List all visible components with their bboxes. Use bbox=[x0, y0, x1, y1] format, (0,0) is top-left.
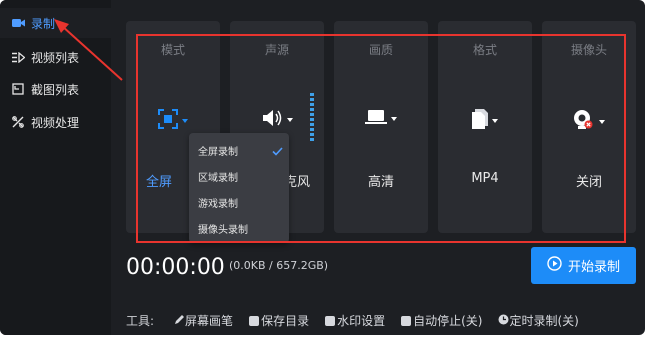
tool-label: 定时录制(关) bbox=[509, 314, 579, 328]
tool-label: 屏幕画笔 bbox=[185, 314, 234, 328]
laptop-icon bbox=[365, 109, 387, 129]
start-recording-button[interactable]: 开始录制 bbox=[531, 247, 636, 284]
tool-label: 水印设置 bbox=[337, 314, 386, 328]
webcam-panel[interactable]: 摄像头 关闭 bbox=[542, 21, 636, 233]
volume-level-meter bbox=[310, 93, 314, 141]
dropdown-option-fullscreen[interactable]: 全屏录制 bbox=[198, 143, 238, 158]
pen-icon bbox=[174, 314, 185, 328]
panel-title: 摄像头 bbox=[570, 43, 607, 57]
stop-icon bbox=[401, 315, 412, 326]
quality-selector[interactable] bbox=[334, 109, 428, 129]
tool-label: 自动停止(关) bbox=[413, 314, 483, 328]
panel-title: 画质 bbox=[368, 43, 393, 57]
panel-value: 关闭 bbox=[575, 175, 602, 190]
mode-dropdown-menu: 全屏录制 区域录制 游戏录制 摄像头录制 bbox=[189, 133, 289, 243]
format-panel[interactable]: 格式 MP4 bbox=[438, 21, 532, 233]
dropdown-option-game[interactable]: 游戏录制 bbox=[198, 195, 238, 210]
watermark-icon bbox=[325, 315, 336, 326]
app-window: 录制 视频列表 截图列表 视频处理 模式 全屏 声源 克风 画质 高清 格式 M… bbox=[0, 0, 645, 335]
webcam-selector[interactable] bbox=[542, 109, 636, 135]
panel-title: 模式 bbox=[160, 43, 185, 57]
fullscreen-icon bbox=[158, 109, 178, 133]
tools-label: 工具: bbox=[126, 314, 155, 328]
panel-value: MP4 bbox=[471, 171, 499, 186]
file-size-info: (0.0KB / 657.2GB) bbox=[229, 259, 329, 272]
chevron-down-icon bbox=[492, 119, 498, 123]
recording-timer: 00:00:00 bbox=[126, 255, 225, 280]
screen-pen-tool[interactable]: 屏幕画笔 bbox=[174, 312, 233, 329]
video-tools-icon bbox=[11, 115, 25, 129]
chevron-down-icon bbox=[287, 118, 293, 122]
sidebar-item-video-tools[interactable]: 视频处理 bbox=[0, 107, 111, 137]
dropdown-option-webcam[interactable]: 摄像头录制 bbox=[198, 221, 248, 236]
play-circle-icon bbox=[547, 256, 562, 275]
speaker-icon bbox=[261, 109, 283, 131]
chevron-down-icon bbox=[599, 120, 605, 124]
save-directory-tool[interactable]: 保存目录 bbox=[249, 312, 309, 329]
dropdown-option-region[interactable]: 区域录制 bbox=[198, 169, 238, 184]
auto-stop-tool[interactable]: 自动停止(关) bbox=[401, 312, 482, 329]
tools-bar: 工具: 屏幕画笔 保存目录 水印设置 自动停止(关) 定时录制(关) bbox=[126, 312, 595, 329]
tool-label: 保存目录 bbox=[261, 314, 310, 328]
chevron-down-icon bbox=[391, 117, 397, 121]
mode-selector[interactable] bbox=[126, 109, 220, 133]
panel-value: 高清 bbox=[367, 175, 394, 190]
file-icon bbox=[472, 109, 488, 133]
sidebar-item-label: 视频处理 bbox=[31, 115, 80, 130]
quality-panel[interactable]: 画质 高清 bbox=[334, 21, 428, 233]
start-recording-label: 开始录制 bbox=[567, 260, 620, 275]
panel-title: 声源 bbox=[264, 43, 289, 57]
document-icon bbox=[249, 315, 260, 326]
panel-title: 格式 bbox=[472, 43, 497, 57]
checkmark-icon bbox=[272, 141, 283, 160]
clock-icon bbox=[498, 314, 509, 328]
scheduled-recording-tool[interactable]: 定时录制(关) bbox=[498, 312, 579, 329]
format-selector[interactable] bbox=[438, 109, 532, 133]
watermark-tool[interactable]: 水印设置 bbox=[325, 312, 385, 329]
annotation-arrow bbox=[54, 19, 123, 81]
chevron-down-icon bbox=[182, 119, 188, 123]
webcam-off-icon bbox=[573, 109, 595, 135]
